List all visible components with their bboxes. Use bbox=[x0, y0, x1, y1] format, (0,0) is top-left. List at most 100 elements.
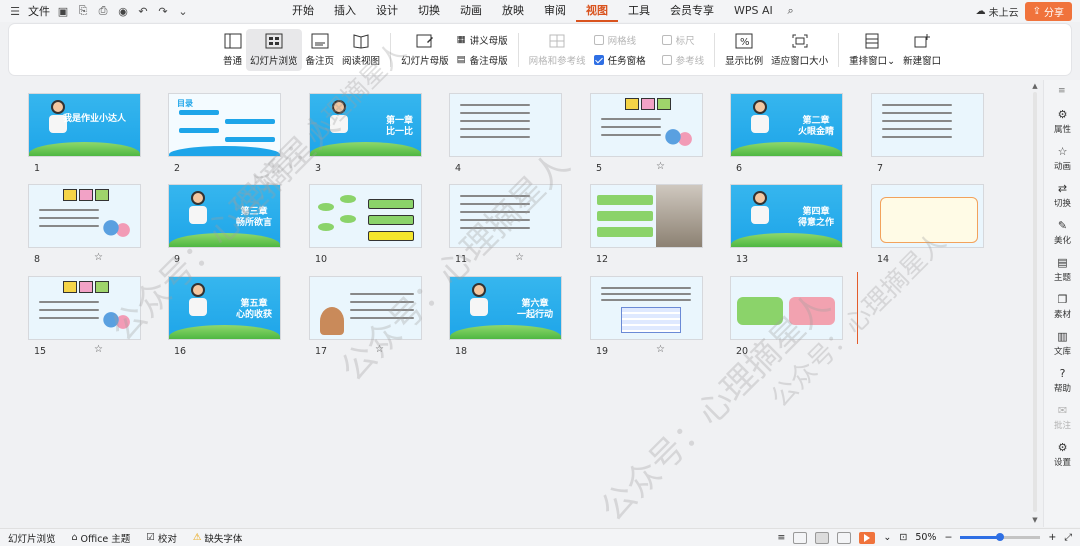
task-pane-item[interactable]: ▥ 文库 bbox=[1044, 330, 1080, 357]
ruler-checkbox[interactable]: 标尺 bbox=[661, 33, 705, 47]
task-pane-item[interactable]: ✎ 美化 bbox=[1044, 219, 1080, 246]
grid-guides-button[interactable]: 网格和参考线 bbox=[525, 29, 590, 71]
play-icon[interactable] bbox=[859, 531, 876, 544]
search-icon[interactable]: ⌕ bbox=[787, 4, 793, 18]
slide-thumbnail[interactable] bbox=[28, 276, 141, 340]
new-window-button[interactable]: 新建窗口 bbox=[899, 29, 945, 71]
more-icon[interactable]: ⌄ bbox=[176, 4, 190, 18]
slide-thumbnail[interactable] bbox=[730, 276, 843, 340]
slide-title: 目录 bbox=[177, 99, 193, 108]
animation-star-icon[interactable]: ☆ bbox=[375, 344, 384, 355]
scroll-down-icon[interactable]: ▼ bbox=[1030, 516, 1040, 524]
hamburger-icon[interactable]: ☰ bbox=[8, 4, 22, 18]
menu-tab[interactable]: 视图 bbox=[576, 0, 618, 22]
slide-thumbnail[interactable] bbox=[590, 184, 703, 248]
zoom-button[interactable]: % 显示比例 bbox=[721, 29, 767, 71]
arrange-windows-button[interactable]: 重排窗口⌄ bbox=[845, 29, 899, 71]
task-pane-item[interactable]: ⚙ 设置 bbox=[1044, 441, 1080, 468]
normal-view-button[interactable]: 普通 bbox=[219, 29, 246, 71]
reading-view-button[interactable]: 阅读视图 bbox=[338, 29, 384, 71]
file-menu[interactable]: 文件 bbox=[28, 3, 50, 19]
slide-thumbnail[interactable] bbox=[590, 276, 703, 340]
print-preview-icon[interactable]: ◉ bbox=[116, 4, 130, 18]
task-pane-item[interactable]: ⚙ 属性 bbox=[1044, 108, 1080, 135]
menu-tab[interactable]: WPS AI bbox=[724, 0, 783, 22]
guides-checkbox[interactable]: 参考线 bbox=[661, 53, 704, 67]
gridlines-checkbox[interactable]: 网格线 bbox=[593, 33, 646, 47]
insertion-cursor bbox=[857, 272, 858, 344]
menu-tab[interactable]: 插入 bbox=[324, 0, 366, 22]
svg-text:%: % bbox=[740, 37, 750, 48]
cloud-status[interactable]: ☁ 未上云 bbox=[976, 4, 1019, 19]
slide-thumbnail[interactable]: 第四章 得意之作 bbox=[730, 184, 843, 248]
task-pane-item[interactable]: ⇄ 切换 bbox=[1044, 182, 1080, 209]
export-icon[interactable]: ⎘ bbox=[76, 4, 90, 18]
task-pane-item[interactable]: ✉ 批注 bbox=[1044, 404, 1080, 431]
menu-tab[interactable]: 设计 bbox=[366, 0, 408, 22]
slide-thumbnail[interactable] bbox=[309, 184, 422, 248]
normal-view-icon[interactable] bbox=[793, 531, 808, 544]
notes-master-button[interactable]: ▤ 备注母版 bbox=[457, 53, 508, 67]
slide-thumbnail[interactable]: 第六章 一起行动 bbox=[449, 276, 562, 340]
slide-thumbnail[interactable]: 目录 bbox=[168, 93, 281, 157]
fit-icon[interactable]: ⊡ bbox=[899, 532, 907, 543]
task-pane-item[interactable]: ❐ 素材 bbox=[1044, 293, 1080, 320]
play-options-icon[interactable]: ⌄ bbox=[883, 532, 891, 543]
print-icon[interactable]: ⎙ bbox=[96, 4, 110, 18]
animation-star-icon[interactable]: ☆ bbox=[656, 161, 665, 172]
menu-tab[interactable]: 切换 bbox=[408, 0, 450, 22]
handout-master-button[interactable]: ▦ 讲义母版 bbox=[457, 33, 508, 47]
animation-star-icon[interactable]: ☆ bbox=[656, 344, 665, 355]
slide-thumbnail[interactable] bbox=[590, 93, 703, 157]
slide-sorter-button[interactable]: 幻灯片浏览 bbox=[246, 28, 302, 71]
zoom-slider[interactable] bbox=[960, 533, 1041, 541]
save-icon[interactable]: ▣ bbox=[56, 4, 70, 18]
redo-icon[interactable]: ↷ bbox=[156, 4, 170, 18]
slide-thumbnail[interactable]: 第三章 畅所欲言 bbox=[168, 184, 281, 248]
slide-sorter-view-icon[interactable] bbox=[815, 531, 830, 544]
task-pane-item[interactable]: ? 帮助 bbox=[1044, 367, 1080, 394]
animation-star-icon[interactable]: ☆ bbox=[515, 252, 524, 263]
pane-collapse-icon[interactable]: ≡ bbox=[1058, 86, 1066, 96]
menu-tab[interactable]: 审阅 bbox=[534, 0, 576, 22]
slide-thumbnail[interactable] bbox=[449, 93, 562, 157]
notes-page-button[interactable]: 备注页 bbox=[302, 29, 339, 71]
scrollbar-track[interactable] bbox=[1033, 92, 1037, 512]
task-pane-checkbox[interactable]: 任务窗格 bbox=[593, 53, 646, 67]
menu-tab[interactable]: 放映 bbox=[492, 0, 534, 22]
theme-status[interactable]: ⌂ Office 主题 bbox=[64, 531, 139, 545]
slide-sorter-area[interactable]: 我是作业小达人 1 目录 2 第一章 比一比 3 4 5 ☆ 第二章 火眼金睛 6 7 8 ☆ 第三章 畅所… bbox=[0, 80, 1030, 527]
slide-thumbnail[interactable] bbox=[871, 93, 984, 157]
slide-thumbnail[interactable]: 第五章 心的收获 bbox=[168, 276, 281, 340]
zoom-in-icon[interactable]: + bbox=[1048, 532, 1056, 543]
menu-tab[interactable]: 工具 bbox=[618, 0, 660, 22]
menu-tab[interactable]: 会员专享 bbox=[660, 0, 724, 22]
slide-master-button[interactable]: 幻灯片母版 bbox=[397, 29, 453, 71]
slide-thumbnail[interactable] bbox=[449, 184, 562, 248]
zoom-level[interactable]: 50% bbox=[915, 532, 936, 543]
expand-icon[interactable]: ⤢ bbox=[1064, 532, 1072, 543]
slide-thumbnail[interactable] bbox=[28, 184, 141, 248]
slide-thumbnail[interactable] bbox=[309, 276, 422, 340]
animation-star-icon[interactable]: ☆ bbox=[94, 252, 103, 263]
menu-tab[interactable]: 开始 bbox=[282, 0, 324, 22]
task-pane-item[interactable]: ▤ 主题 bbox=[1044, 256, 1080, 283]
slide-thumbnail[interactable] bbox=[871, 184, 984, 248]
vertical-scrollbar[interactable]: ▲ ▼ bbox=[1030, 80, 1040, 527]
missing-font-status[interactable]: ⚠ 缺失字体 bbox=[185, 531, 251, 545]
proof-status[interactable]: ☑ 校对 bbox=[138, 531, 185, 545]
slide-thumbnail[interactable]: 我是作业小达人 bbox=[28, 93, 141, 157]
animation-star-icon[interactable]: ☆ bbox=[94, 344, 103, 355]
menu-tab[interactable]: 动画 bbox=[450, 0, 492, 22]
undo-icon[interactable]: ↶ bbox=[136, 4, 150, 18]
task-pane-item[interactable]: ☆ 动画 bbox=[1044, 145, 1080, 172]
slide-pane-toggle-icon[interactable]: ≡ bbox=[777, 532, 785, 543]
slide-thumbnail[interactable]: 第二章 火眼金睛 bbox=[730, 93, 843, 157]
share-button[interactable]: ⇪ 分享 bbox=[1024, 1, 1072, 21]
zoom-out-icon[interactable]: − bbox=[944, 532, 952, 543]
slide-thumbnail[interactable]: 第一章 比一比 bbox=[309, 93, 422, 157]
scroll-up-icon[interactable]: ▲ bbox=[1030, 82, 1040, 90]
reading-view-icon[interactable] bbox=[837, 531, 852, 544]
zoom-slider-knob[interactable] bbox=[996, 533, 1005, 541]
fit-window-button[interactable]: 适应窗口大小 bbox=[767, 29, 832, 71]
